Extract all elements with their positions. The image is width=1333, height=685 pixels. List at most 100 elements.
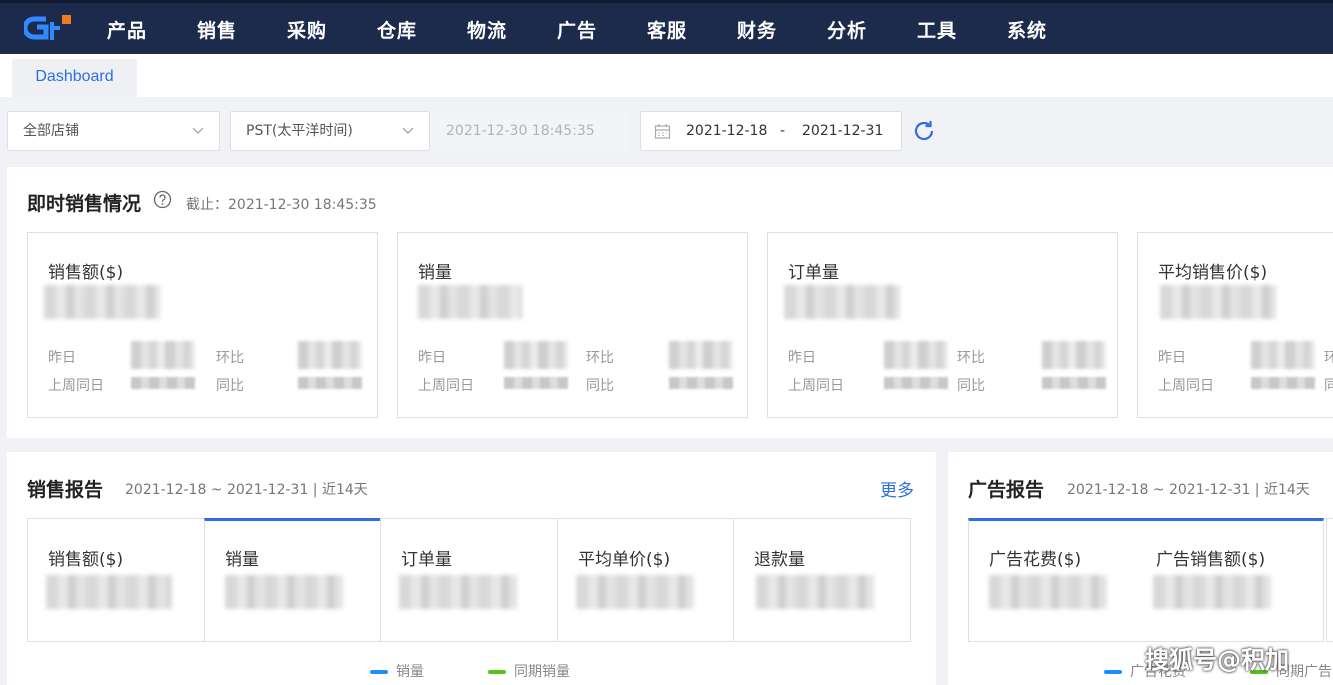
ad-report-range: 2021-12-18 ~ 2021-12-31 | 近14天 <box>1067 482 1310 498</box>
label-last-week: 上周同日 <box>1158 378 1214 394</box>
nav-item-logistics[interactable]: 物流 <box>467 16 507 43</box>
report-card-avg-price[interactable]: 平均单价($) <box>557 518 734 642</box>
legend-label: 同期销量 <box>514 664 570 680</box>
blurred-value <box>504 341 568 369</box>
blurred-value <box>298 377 362 389</box>
blurred-value <box>225 575 343 609</box>
more-link[interactable]: 更多 <box>880 476 914 501</box>
blurred-value <box>1042 341 1106 369</box>
timezone-select[interactable]: PST(太平洋时间) <box>230 111 430 151</box>
card-title-ad-sales: 广告销售额($) <box>1156 550 1266 570</box>
legend-item-prior-units[interactable]: 同期销量 <box>488 661 570 681</box>
blurred-value <box>756 575 874 609</box>
realtime-title: 即时销售情况 <box>27 193 142 215</box>
blurred-value <box>46 575 172 609</box>
blurred-value <box>418 285 522 319</box>
nav-item-ads[interactable]: 广告 <box>557 16 597 43</box>
blurred-value <box>131 377 195 389</box>
date-end[interactable]: 2021-12-31 <box>802 112 883 150</box>
card-title: 销售额($) <box>48 550 124 570</box>
refresh-icon[interactable] <box>912 119 936 143</box>
sales-report-title: 销售报告 <box>27 479 104 501</box>
legend-label: 销量 <box>396 664 424 680</box>
sales-report-range: 2021-12-18 ~ 2021-12-31 | 近14天 <box>125 482 368 498</box>
ad-card-overflow <box>1326 518 1333 642</box>
nav-item-tools[interactable]: 工具 <box>917 16 957 43</box>
label-yoy: 同比 <box>216 378 244 394</box>
date-start[interactable]: 2021-12-18 <box>686 112 767 150</box>
blurred-value <box>669 377 733 389</box>
label-mom: 环比 <box>957 350 985 366</box>
label-mom: 环比 <box>586 350 614 366</box>
realtime-card-avg-price[interactable]: 平均销售价($) 昨日 环 上周同日 同 <box>1137 232 1333 418</box>
label-mom: 环 <box>1324 350 1333 366</box>
nav-item-analysis[interactable]: 分析 <box>827 16 867 43</box>
label-yoy: 同比 <box>957 378 985 394</box>
card-title: 退款量 <box>754 550 805 570</box>
nav-item-warehouse[interactable]: 仓库 <box>377 16 417 43</box>
blurred-value <box>989 575 1107 609</box>
legend-item-units[interactable]: 销量 <box>370 661 424 681</box>
blurred-value <box>131 341 195 369</box>
top-nav-bar: 产品 销售 采购 仓库 物流 广告 客服 财务 分析 工具 系统 <box>0 0 1333 54</box>
date-range-picker[interactable]: 2021-12-18 - 2021-12-31 <box>640 111 902 151</box>
blurred-value <box>298 341 362 369</box>
card-title: 销量 <box>225 550 259 570</box>
label-last-week: 上周同日 <box>418 378 474 394</box>
ad-report-cards[interactable]: 广告花费($) 广告销售额($) <box>968 518 1324 642</box>
label-mom: 环比 <box>216 350 244 366</box>
nav-item-sales[interactable]: 销售 <box>197 16 237 43</box>
blurred-value <box>669 341 733 369</box>
label-yesterday: 昨日 <box>48 350 76 366</box>
card-title: 订单量 <box>401 550 452 570</box>
nav-item-customer-service[interactable]: 客服 <box>647 16 687 43</box>
watermark-text: 搜狐号@积加 <box>1145 646 1289 674</box>
realtime-card-sales-amount[interactable]: 销售额($) 昨日 环比 上周同日 同比 <box>27 232 378 418</box>
realtime-as-of: 截止：2021-12-30 18:45:35 <box>186 197 377 213</box>
chevron-down-icon <box>192 127 204 134</box>
report-card-refunds[interactable]: 退款量 <box>733 518 911 642</box>
card-title-ad-spend: 广告花费($) <box>989 550 1082 570</box>
card-title: 销售额($) <box>48 263 124 283</box>
card-title: 平均单价($) <box>578 550 671 570</box>
nav-item-purchasing[interactable]: 采购 <box>287 16 327 43</box>
report-card-sales-amount[interactable]: 销售额($) <box>27 518 205 642</box>
help-circle-icon[interactable] <box>153 190 172 209</box>
tab-dashboard[interactable]: Dashboard <box>12 59 137 97</box>
blurred-value <box>1251 377 1315 389</box>
nav-item-system[interactable]: 系统 <box>1007 16 1047 43</box>
blurred-value <box>884 341 948 369</box>
label-yesterday: 昨日 <box>418 350 446 366</box>
blurred-value <box>504 377 568 389</box>
label-yesterday: 昨日 <box>788 350 816 366</box>
calendar-icon <box>654 124 671 139</box>
label-yoy: 同比 <box>586 378 614 394</box>
nav-item-products[interactable]: 产品 <box>107 16 147 43</box>
label-yoy: 同 <box>1324 378 1333 394</box>
current-time-display: 2021-12-30 18:45:35 <box>430 111 630 151</box>
report-card-units[interactable]: 销量 <box>204 518 381 642</box>
nav-item-finance[interactable]: 财务 <box>737 16 777 43</box>
app-logo-icon[interactable] <box>24 14 72 44</box>
label-yesterday: 昨日 <box>1158 350 1186 366</box>
timezone-select-value: PST(太平洋时间) <box>246 123 353 139</box>
blurred-value <box>1160 285 1276 319</box>
store-select-value: 全部店铺 <box>23 123 79 139</box>
blurred-value <box>884 377 948 389</box>
date-separator: - <box>780 123 786 139</box>
blurred-value <box>399 575 517 609</box>
legend-swatch <box>1104 670 1122 674</box>
realtime-sales-panel: 即时销售情况 截止：2021-12-30 18:45:35 销售额($) 昨日 … <box>7 167 1333 438</box>
card-title: 销量 <box>418 263 452 283</box>
realtime-card-orders[interactable]: 订单量 昨日 环比 上周同日 同比 <box>767 232 1118 418</box>
legend-swatch <box>370 670 388 674</box>
report-card-orders[interactable]: 订单量 <box>380 518 558 642</box>
label-last-week: 上周同日 <box>48 378 104 394</box>
blurred-value <box>1042 377 1106 389</box>
tab-strip: Dashboard <box>0 54 1333 97</box>
store-select[interactable]: 全部店铺 <box>7 111 220 151</box>
blurred-value <box>784 285 900 319</box>
card-title: 订单量 <box>788 263 839 283</box>
ad-report-title: 广告报告 <box>968 479 1045 501</box>
realtime-card-units[interactable]: 销量 昨日 环比 上周同日 同比 <box>397 232 748 418</box>
